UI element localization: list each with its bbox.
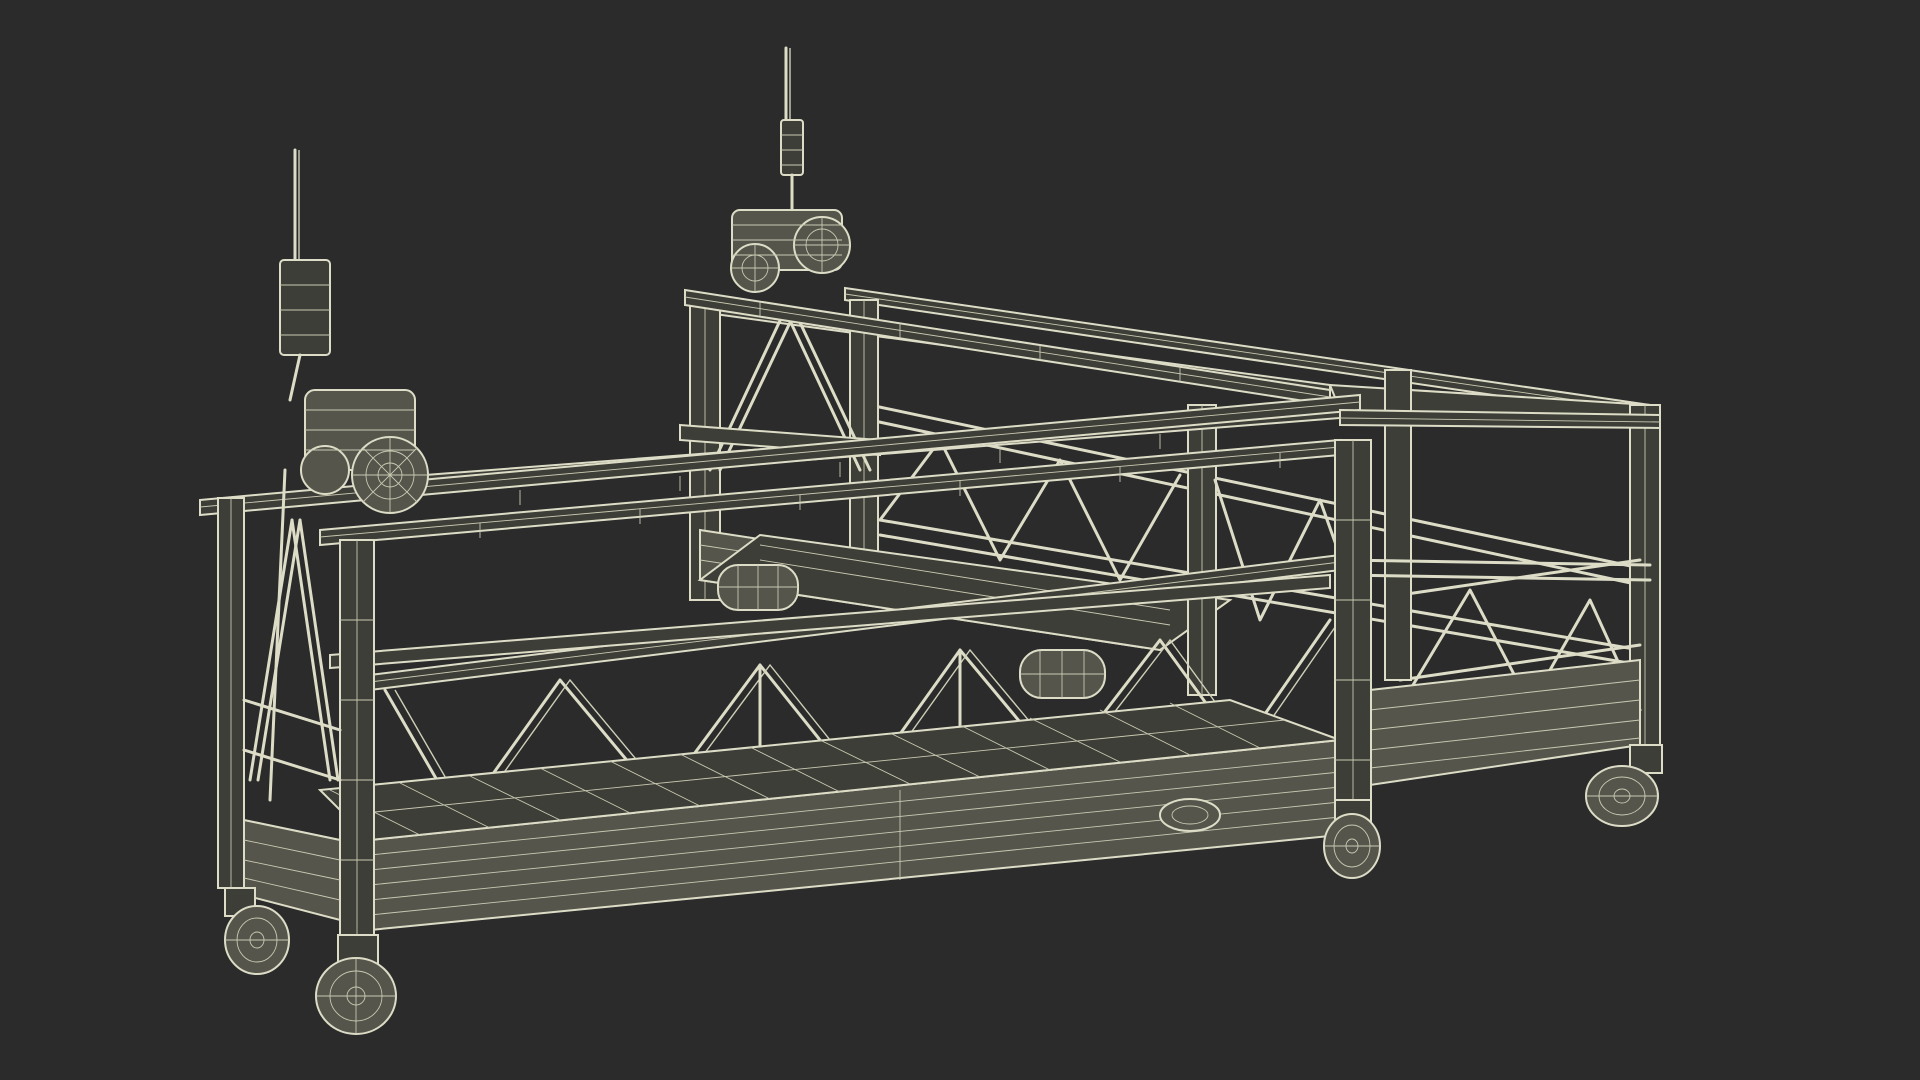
caster-wheel-right	[1585, 744, 1663, 827]
caster-wheel-back-mid	[1159, 798, 1221, 832]
rear-antenna-unit	[780, 46, 804, 217]
rear-hoist-motor	[730, 209, 851, 293]
roller-right	[1019, 649, 1106, 699]
front-antenna-unit	[279, 148, 331, 402]
caster-wheel-front-left	[315, 934, 397, 1035]
left-end-frame	[217, 497, 375, 941]
render-viewport	[0, 0, 1920, 1080]
front-center-post	[1334, 439, 1372, 806]
wireframe-model	[199, 46, 1663, 1035]
roller-left	[717, 564, 799, 611]
